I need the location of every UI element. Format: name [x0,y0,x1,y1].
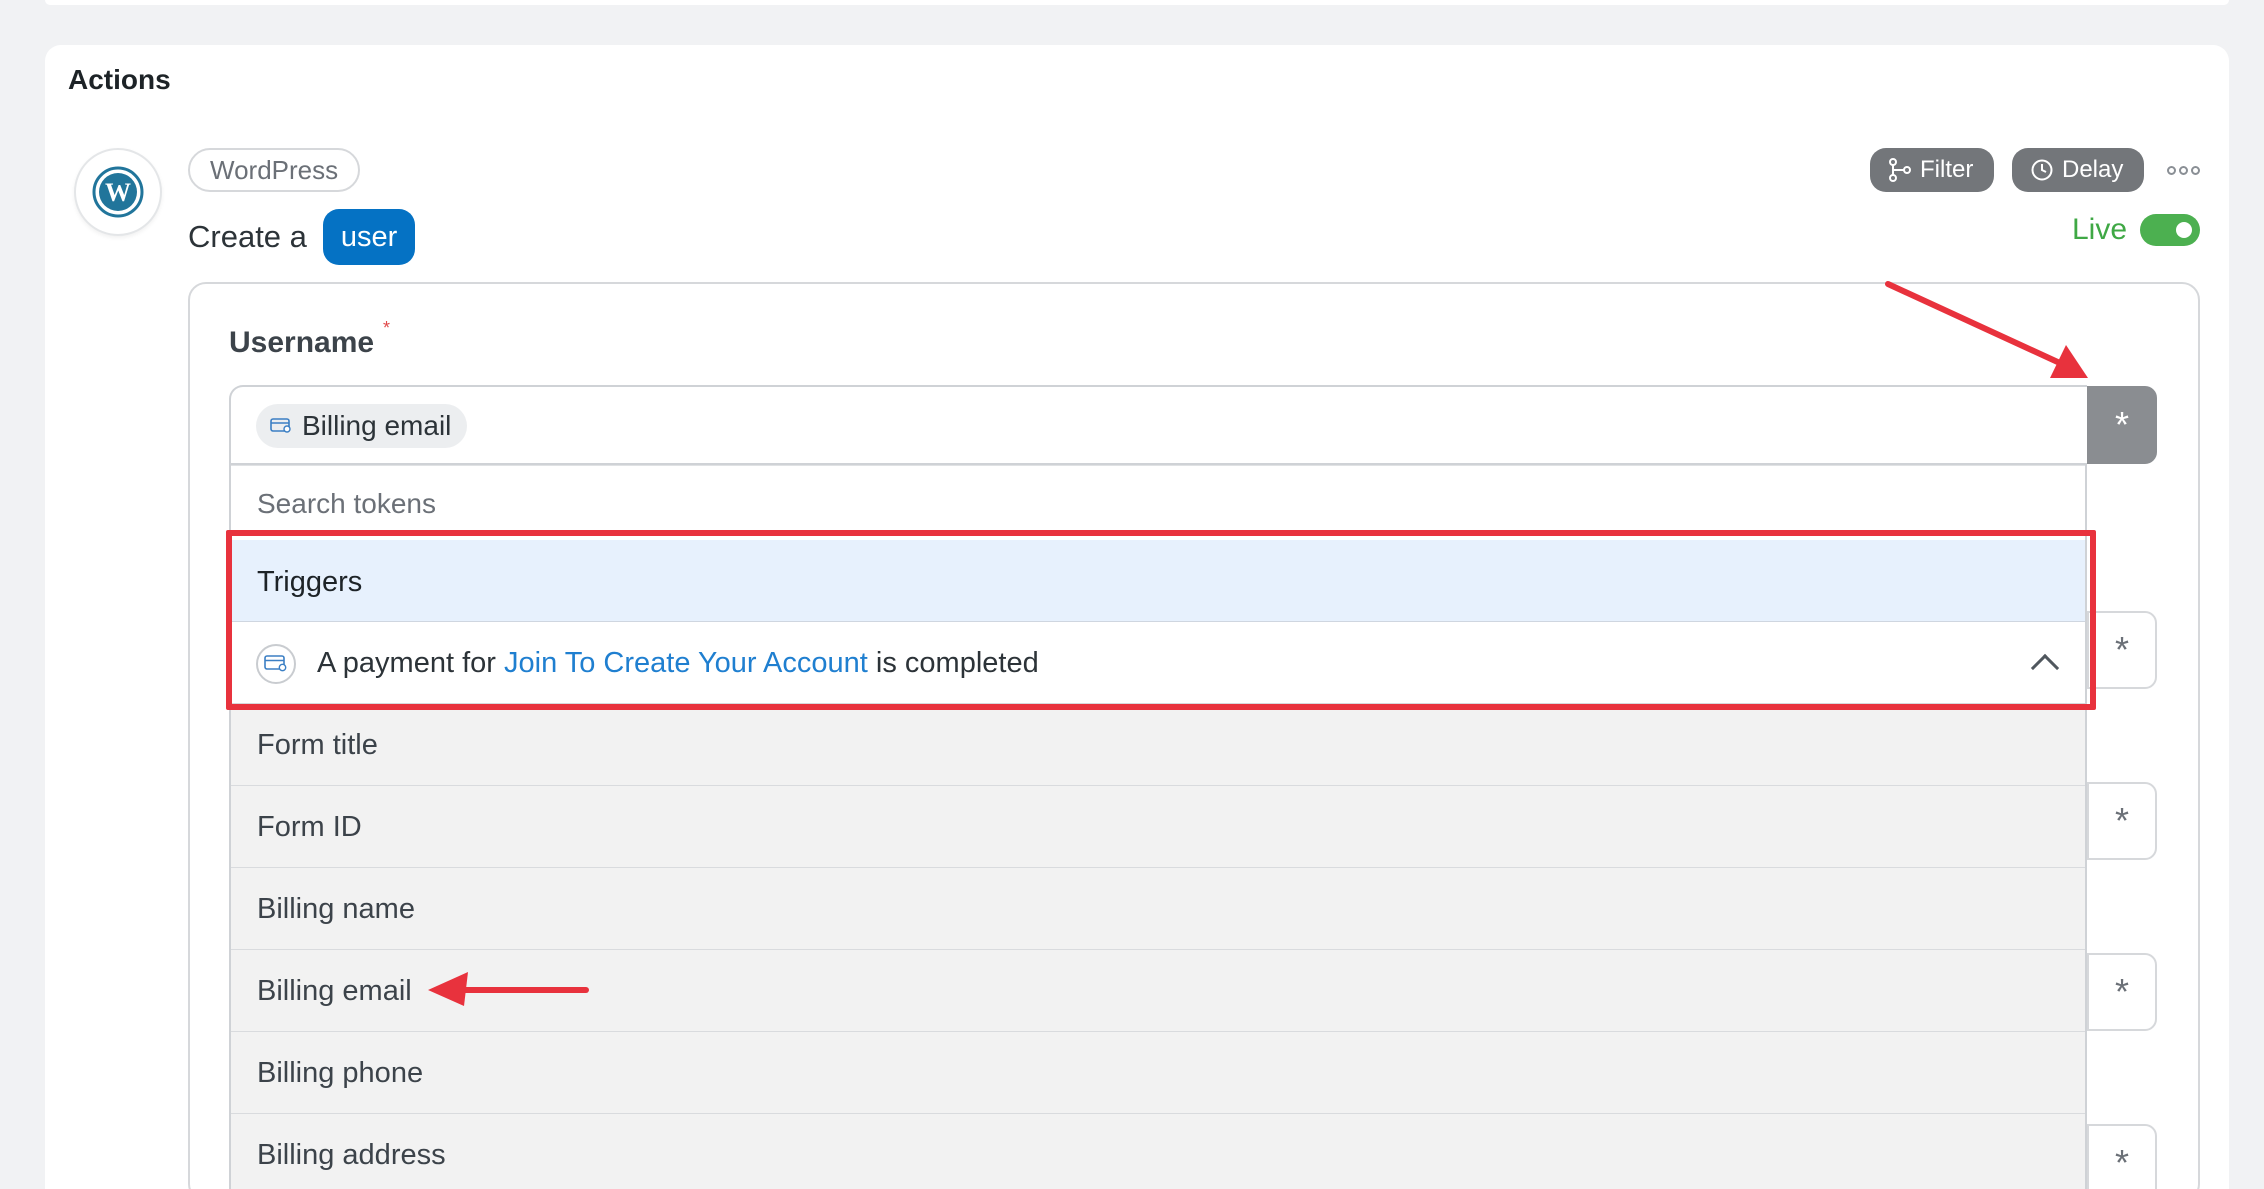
token-item-label: Billing name [257,893,415,925]
wordpress-logo-icon: W [74,148,162,236]
token-item-label: Billing phone [257,1057,424,1089]
trigger-suffix: is completed [875,647,1039,679]
clock-icon [2031,159,2053,181]
trigger-form-link[interactable]: Join To Create Your Account [504,647,868,679]
token-item-label: Form ID [257,811,362,843]
token-picker-button-5[interactable]: * [2087,1124,2157,1189]
action-object-pill[interactable]: user [322,209,416,265]
form-icon [256,644,296,684]
previous-card-edge [45,0,2229,5]
trigger-item[interactable]: A payment for Join To Create Your Accoun… [231,622,2085,704]
selected-token-chip[interactable]: Billing email [256,404,468,448]
form-token-icon [270,418,291,433]
token-search-input[interactable] [257,484,1957,524]
token-picker-button-3[interactable]: * [2087,782,2157,860]
required-indicator: * [383,318,391,338]
trigger-prefix: A payment for [317,647,496,679]
token-item-billing-address[interactable]: Billing address [231,1114,2085,1189]
token-search-row [231,465,2085,540]
token-item-form-title[interactable]: Form title [231,704,2085,786]
token-item-label: Form title [257,729,378,761]
filter-label: Filter [1920,156,1974,183]
action-sentence-prefix: Create a [188,219,307,254]
token-dropdown: Triggers A payment for Join To Create Yo… [229,465,2087,1189]
more-options-icon[interactable] [2165,156,2201,184]
filter-button[interactable]: Filter [1870,148,1994,192]
triggers-group-header[interactable]: Triggers [231,540,2085,622]
token-item-billing-name[interactable]: Billing name [231,868,2085,950]
token-picker-button-4[interactable]: * [2087,953,2157,1031]
token-item-billing-email[interactable]: Billing email [231,950,2085,1032]
chevron-up-icon[interactable] [2030,653,2060,683]
token-picker-button-2[interactable]: * [2087,611,2157,689]
selected-token-label: Billing email [302,410,452,441]
integration-badge: WordPress [188,148,361,192]
token-picker-button[interactable]: * [2087,386,2157,464]
username-input[interactable] [229,385,2087,465]
username-label: Username [229,326,375,359]
section-title: Actions [68,64,171,95]
branch-icon [1889,158,1911,182]
delay-label: Delay [2062,156,2124,183]
live-toggle[interactable] [2140,214,2200,246]
svg-text:W: W [105,178,131,207]
token-item-label: Billing address [257,1139,446,1171]
triggers-group-label: Triggers [257,566,363,598]
status-label: Live [2072,213,2128,246]
token-item-label: Billing email [257,975,412,1007]
trigger-sentence: A payment for Join To Create Your Accoun… [317,647,1039,680]
action-sentence: Create a user [188,209,416,265]
delay-button[interactable]: Delay [2012,148,2144,192]
token-item-billing-phone[interactable]: Billing phone [231,1032,2085,1114]
token-item-form-id[interactable]: Form ID [231,786,2085,868]
